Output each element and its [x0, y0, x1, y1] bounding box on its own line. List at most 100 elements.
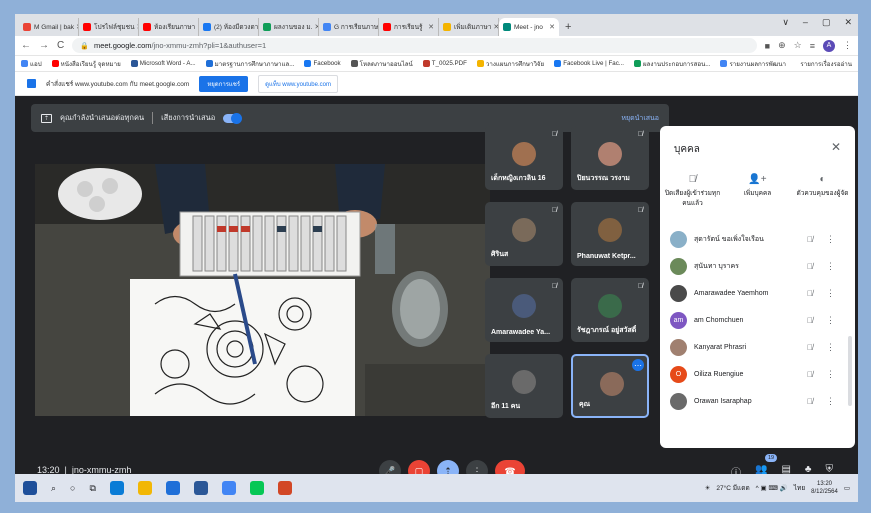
maximize-icon[interactable]: ▢: [822, 17, 831, 28]
present-icon: ⇡: [41, 113, 52, 123]
participant-tile[interactable]: เด็กหญิงเกวลิน 16 🎙̸: [485, 126, 563, 190]
minimize-icon[interactable]: –: [803, 17, 808, 28]
reload-icon[interactable]: C: [57, 40, 64, 51]
bookmark-favicon-icon: [554, 59, 562, 67]
participant-row[interactable]: O Oiliza Ruengiue 🎙̸ ⋮: [660, 361, 855, 388]
cortana-icon[interactable]: ○: [70, 483, 75, 493]
mic-off-icon: 🎙̸: [551, 283, 557, 290]
camera-icon[interactable]: ■: [765, 41, 770, 51]
participant-tile[interactable]: รัชฎาภรณ์ อยู่สวัสดิ์ 🎙̸: [571, 278, 649, 342]
weather-text: 27°C มีแดด: [716, 485, 750, 492]
bookmark-item[interactable]: T_0025.PDF: [422, 59, 467, 68]
browser-tab[interactable]: ห้องเรียนภาษา✕: [139, 18, 199, 36]
bookmark-item[interactable]: มาตรฐานการศึกษาภาษาแล...: [205, 59, 294, 69]
browser-tab[interactable]: โปรไฟล์ชุมชน✕: [79, 18, 139, 36]
participant-tile[interactable]: ศิรินส 🎙̸: [485, 202, 563, 266]
more-options-icon[interactable]: ⋮: [826, 342, 835, 353]
back-icon[interactable]: ←: [21, 40, 31, 51]
close-tab-icon[interactable]: ✕: [547, 23, 555, 31]
tray-icons[interactable]: ^ ▣ ⌨ 🔊: [756, 484, 788, 492]
browser-tab[interactable]: G การเรียนภาษา✕: [319, 18, 379, 36]
word-icon[interactable]: [193, 481, 208, 495]
powerpoint-icon[interactable]: [277, 481, 292, 495]
close-window-icon[interactable]: ✕: [844, 17, 852, 28]
participant-row[interactable]: Kanyarat Phrasri 🎙̸ ⋮: [660, 334, 855, 361]
participant-tile[interactable]: ปิยนวรรณ วรงาม 🎙̸: [571, 126, 649, 190]
share-icon[interactable]: ⊕: [778, 40, 786, 51]
task-view-icon[interactable]: ⧉: [89, 483, 95, 494]
panel-action[interactable]: 🎙̸ ปิดเสียงผู้เข้าร่วมทุกคนแล้ว: [664, 174, 722, 208]
more-options-icon[interactable]: ⋮: [826, 261, 835, 272]
more-options-icon[interactable]: ⋮: [826, 234, 835, 245]
clock[interactable]: 13:20 8/12/2564: [811, 480, 838, 496]
url-input[interactable]: 🔒 meet.google.com /jno-xmmu-zmh?pli=1&au…: [72, 38, 757, 53]
more-options-icon[interactable]: ⋮: [826, 396, 835, 407]
bookmark-item[interactable]: Microsoft Word - A...: [130, 59, 196, 67]
view-tab-button[interactable]: ดูแท็บ www.youtube.com: [258, 74, 338, 93]
avatar: [670, 339, 687, 356]
profile-avatar[interactable]: A: [823, 39, 835, 52]
reading-list-button[interactable]: รายการเรื่องรออ่าน: [800, 59, 852, 69]
panel-action[interactable]: ◐ ตัวควบคุมของผู้จัด: [794, 174, 852, 208]
browser-tab[interactable]: M Gmail | bak✕: [19, 18, 79, 36]
reading-list-icon[interactable]: ≡: [810, 41, 815, 51]
participant-row[interactable]: Orawan Isaraphap 🎙̸ ⋮: [660, 388, 855, 415]
bookmark-label: ผลงานประกอบการสอน...: [642, 60, 711, 68]
menu-icon[interactable]: ⋮: [843, 40, 852, 51]
start-icon[interactable]: [23, 481, 37, 495]
more-options-icon[interactable]: ⋮: [826, 288, 835, 299]
avatar-initial: am: [673, 317, 684, 324]
participant-row[interactable]: สุดารัตน์ ขอเพิ่งใจเรือน 🎙̸ ⋮: [660, 226, 855, 253]
star-icon[interactable]: ☆: [794, 40, 802, 51]
bookmark-label: วางแผนการศึกษาวิจัย: [485, 60, 545, 68]
search-icon[interactable]: ⌕: [51, 483, 56, 494]
stop-sharing-button[interactable]: หยุดการแชร์: [199, 75, 249, 92]
presentation-audio-toggle[interactable]: [223, 112, 243, 124]
file-explorer-icon[interactable]: [137, 481, 152, 495]
tab-search-icon[interactable]: ∨: [782, 17, 789, 28]
participant-tile[interactable]: Amarawadee Ya... 🎙̸: [485, 278, 563, 342]
avatar: [598, 294, 622, 318]
browser-tab[interactable]: การเรียนรู้ ✕: [379, 18, 439, 36]
language-indicator[interactable]: ไทย: [794, 483, 805, 493]
tab-label: (2) ห้องมีดวงดาว: [214, 24, 259, 31]
bookmark-item[interactable]: Facebook Live | Fac...: [554, 59, 624, 67]
notification-icon[interactable]: ▭: [844, 484, 850, 492]
scrollbar[interactable]: [848, 336, 852, 406]
more-options-icon[interactable]: ⋮: [826, 315, 835, 326]
close-tab-icon[interactable]: ✕: [426, 23, 434, 31]
tab-label: โปรไฟล์ชุมชน: [94, 24, 135, 31]
panel-action[interactable]: 👤+ เพิ่มบุคคล: [729, 174, 787, 208]
stop-presenting-button[interactable]: หยุดนำเสนอ: [621, 113, 659, 124]
more-options-icon[interactable]: ⋯: [632, 359, 644, 371]
line-icon[interactable]: [249, 481, 264, 495]
participant-tile[interactable]: Phanuwat Ketpr... 🎙̸: [571, 202, 649, 266]
bookmark-item[interactable]: วางแผนการศึกษาวิจัย: [476, 59, 545, 69]
browser-tab[interactable]: (2) ห้องมีดวงดาว✕: [199, 18, 259, 36]
bookmark-item[interactable]: Facebook: [304, 59, 341, 67]
browser-tab[interactable]: Meet - jno ✕: [499, 18, 559, 36]
participant-row[interactable]: am am Chomchuen 🎙̸ ⋮: [660, 307, 855, 334]
bookmark-item[interactable]: หนังสือเรียนรู้ จุดหมาย: [51, 59, 121, 69]
bookmark-item[interactable]: แอป: [21, 59, 42, 69]
new-tab-button[interactable]: +: [559, 21, 577, 36]
bookmark-item[interactable]: โหลดภาษาออนไลน์: [350, 59, 413, 69]
bookmark-item[interactable]: รายงานผลการพัฒนา: [720, 59, 786, 69]
store-icon[interactable]: [165, 481, 180, 495]
more-options-icon[interactable]: ⋮: [826, 369, 835, 380]
close-icon[interactable]: ✕: [831, 140, 841, 154]
participant-tile[interactable]: อีก 11 คน: [485, 354, 563, 418]
close-tab-icon[interactable]: ✕: [491, 23, 498, 31]
chrome-icon[interactable]: [221, 481, 236, 495]
browser-tab[interactable]: เพิ่มเติมภาษา ✕: [439, 18, 499, 36]
bookmark-item[interactable]: ผลงานประกอบการสอน...: [633, 59, 711, 69]
participant-row[interactable]: สุนันทา บุราคร 🎙̸ ⋮: [660, 253, 855, 280]
avatar: [670, 285, 687, 302]
forward-icon[interactable]: →: [39, 40, 49, 51]
participant-row[interactable]: Amarawadee Yaemhom 🎙̸ ⋮: [660, 280, 855, 307]
edge-icon[interactable]: [109, 481, 124, 495]
browser-tab[interactable]: ผลงานของ ม.✕: [259, 18, 319, 36]
art-scene-illustration: [35, 164, 490, 416]
bookmark-label: T_0025.PDF: [431, 60, 467, 68]
self-tile[interactable]: คุณ ⋯: [571, 354, 649, 418]
